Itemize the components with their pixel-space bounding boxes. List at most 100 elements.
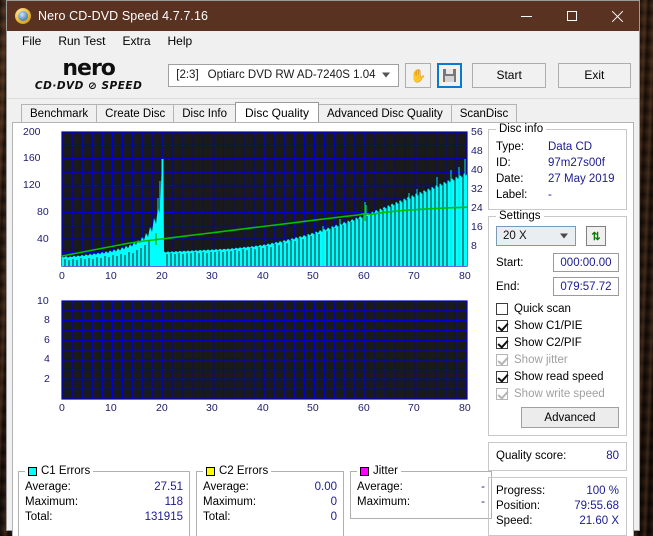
speed-select[interactable]: 20 X <box>496 226 576 246</box>
nero-disc-icon <box>15 8 31 24</box>
c2-xtick-10: 10 <box>105 402 117 414</box>
c1-y2tick-16: 16 <box>471 221 483 233</box>
c2-maximum-value: 0 <box>330 496 337 508</box>
checkbox-show-write-speed: Show write speed <box>496 386 619 402</box>
disc-label-value: - <box>548 189 552 201</box>
jitter-maximum-value: - <box>481 496 485 508</box>
c2-ytick-4: 4 <box>44 353 50 365</box>
c2-xtick-60: 60 <box>358 402 370 414</box>
speed-select-value: 20 X <box>503 230 527 242</box>
checkbox-quick-scan[interactable]: Quick scan <box>496 301 619 317</box>
menu-item-extra[interactable]: Extra <box>114 32 159 50</box>
tab-scandisc[interactable]: ScanDisc <box>450 104 518 122</box>
c2-errors-stats: C2 Errors Average: 0.00 Maximum: 0 Total… <box>196 465 344 536</box>
disc-type-label: Type: <box>496 141 525 153</box>
menu-bar: File Run Test Extra Help <box>7 31 639 52</box>
tab-disc-info[interactable]: Disc Info <box>173 104 236 122</box>
advanced-button[interactable]: Advanced <box>521 407 619 428</box>
c2-total-row: Total: 0 <box>203 510 337 525</box>
chevron-down-icon <box>560 233 568 239</box>
start-input[interactable]: 000:00.00 <box>553 253 619 272</box>
disc-id-value: 97m27s00f <box>548 157 605 169</box>
checkbox-show-jitter: Show jitter <box>496 352 619 368</box>
jitter-color-swatch <box>360 466 369 476</box>
menu-item-help[interactable]: Help <box>160 32 202 50</box>
checkbox-show-c2-pif-label: Show C2/PIF <box>514 337 582 349</box>
checkbox-icon <box>496 320 508 332</box>
disc-id-label: ID: <box>496 157 511 169</box>
c2-color-swatch <box>206 466 215 476</box>
disc-info-legend: Disc info <box>496 123 547 135</box>
c2-total-label: Total: <box>203 511 231 523</box>
jitter-legend-text: Jitter <box>373 465 398 477</box>
toolbar: nero CD·DVD ⊘ SPEED [2:3] Optiarc DVD RW… <box>7 52 639 99</box>
drive-select[interactable]: [2:3] Optiarc DVD RW AD-7240S 1.04 <box>168 63 400 87</box>
c1-ytick-200: 200 <box>23 126 41 138</box>
end-input[interactable]: 079:57.72 <box>553 277 619 296</box>
c2-ytick-6: 6 <box>44 334 50 346</box>
c1-y2tick-8: 8 <box>471 240 477 252</box>
end-row: End: 079:57.72 <box>496 277 619 296</box>
error-statistics: C1 Errors Average: 27.51 Maximum: 118 To… <box>18 465 494 536</box>
c1-total-value: 131915 <box>144 511 183 523</box>
drive-index-label: [2:3] <box>176 69 199 81</box>
c1-xtick-40: 40 <box>257 270 269 282</box>
window-title: Nero CD-DVD Speed 4.7.7.16 <box>38 9 209 23</box>
c2-average-label: Average: <box>203 481 249 493</box>
quality-score-label: Quality score: <box>496 450 567 462</box>
menu-item-file[interactable]: File <box>14 32 50 50</box>
settings-group: Settings 20 X ⇅ Start: 000:00.00 End: 07… <box>488 210 627 436</box>
speed-status-label: Speed: <box>496 515 533 527</box>
checkbox-icon <box>496 337 508 349</box>
c1-total-label: Total: <box>25 511 53 523</box>
start-button[interactable]: Start <box>472 62 546 88</box>
c1-y2tick-48: 48 <box>471 145 483 157</box>
disc-date-row: Date: 27 May 2019 <box>496 171 619 187</box>
tab-strip: Benchmark Create Disc Disc Info Disc Qua… <box>7 102 639 122</box>
checkbox-show-read-speed-label: Show read speed <box>514 371 604 383</box>
tab-content-disc-quality: 200 160 120 80 40 56 48 40 32 24 16 8 0 … <box>12 122 634 536</box>
c1-xtick-20: 20 <box>156 270 168 282</box>
c1-maximum-value: 118 <box>164 496 183 508</box>
disc-label-row: Label: - <box>496 187 619 203</box>
exit-button[interactable]: Exit <box>557 62 632 88</box>
c1-y2tick-56: 56 <box>471 126 483 138</box>
tab-disc-quality[interactable]: Disc Quality <box>235 102 320 122</box>
minimize-button[interactable] <box>504 1 549 31</box>
checkbox-show-c2-pif[interactable]: Show C2/PIF <box>496 335 619 351</box>
c1-errors-chart-svg <box>61 131 468 267</box>
speed-row: 20 X ⇅ <box>496 226 619 246</box>
maximize-button[interactable] <box>549 1 594 31</box>
save-button[interactable] <box>436 62 463 88</box>
close-button[interactable] <box>594 1 639 31</box>
position-label: Position: <box>496 500 541 512</box>
c1-xtick-30: 30 <box>206 270 218 282</box>
start-row: Start: 000:00.00 <box>496 253 619 272</box>
tab-create-disc[interactable]: Create Disc <box>96 104 175 122</box>
status-group: Progress: 100 % Position: 79:55.68 Speed… <box>488 477 627 536</box>
checkbox-show-read-speed[interactable]: Show read speed <box>496 369 619 385</box>
checkbox-icon <box>496 354 508 366</box>
c2-xtick-30: 30 <box>206 402 218 414</box>
start-label: Start: <box>496 256 524 269</box>
refresh-button[interactable]: ⇅ <box>586 226 606 246</box>
menu-item-run-test[interactable]: Run Test <box>50 32 114 50</box>
c1-xtick-80: 80 <box>459 270 471 282</box>
disc-date-value: 27 May 2019 <box>548 173 615 185</box>
progress-row: Progress: 100 % <box>496 484 619 499</box>
eject-button[interactable]: ✋ <box>405 62 431 88</box>
c1-xtick-50: 50 <box>307 270 319 282</box>
c1-errors-chart: 200 160 120 80 40 56 48 40 32 24 16 8 0 … <box>13 123 497 293</box>
c1-xtick-10: 10 <box>105 270 117 282</box>
settings-legend: Settings <box>496 210 544 222</box>
tab-benchmark[interactable]: Benchmark <box>21 104 98 122</box>
checkbox-show-c1-pie[interactable]: Show C1/PIE <box>496 318 619 334</box>
close-icon <box>611 10 623 22</box>
position-row: Position: 79:55.68 <box>496 499 619 514</box>
checkbox-icon <box>496 371 508 383</box>
checkbox-show-jitter-label: Show jitter <box>514 354 568 366</box>
nero-logo: nero CD·DVD ⊘ SPEED <box>23 58 154 92</box>
application-window: Nero CD-DVD Speed 4.7.7.16 File Run Test… <box>6 0 640 536</box>
tab-advanced-disc-quality[interactable]: Advanced Disc Quality <box>318 104 452 122</box>
c1-average-label: Average: <box>25 481 71 493</box>
